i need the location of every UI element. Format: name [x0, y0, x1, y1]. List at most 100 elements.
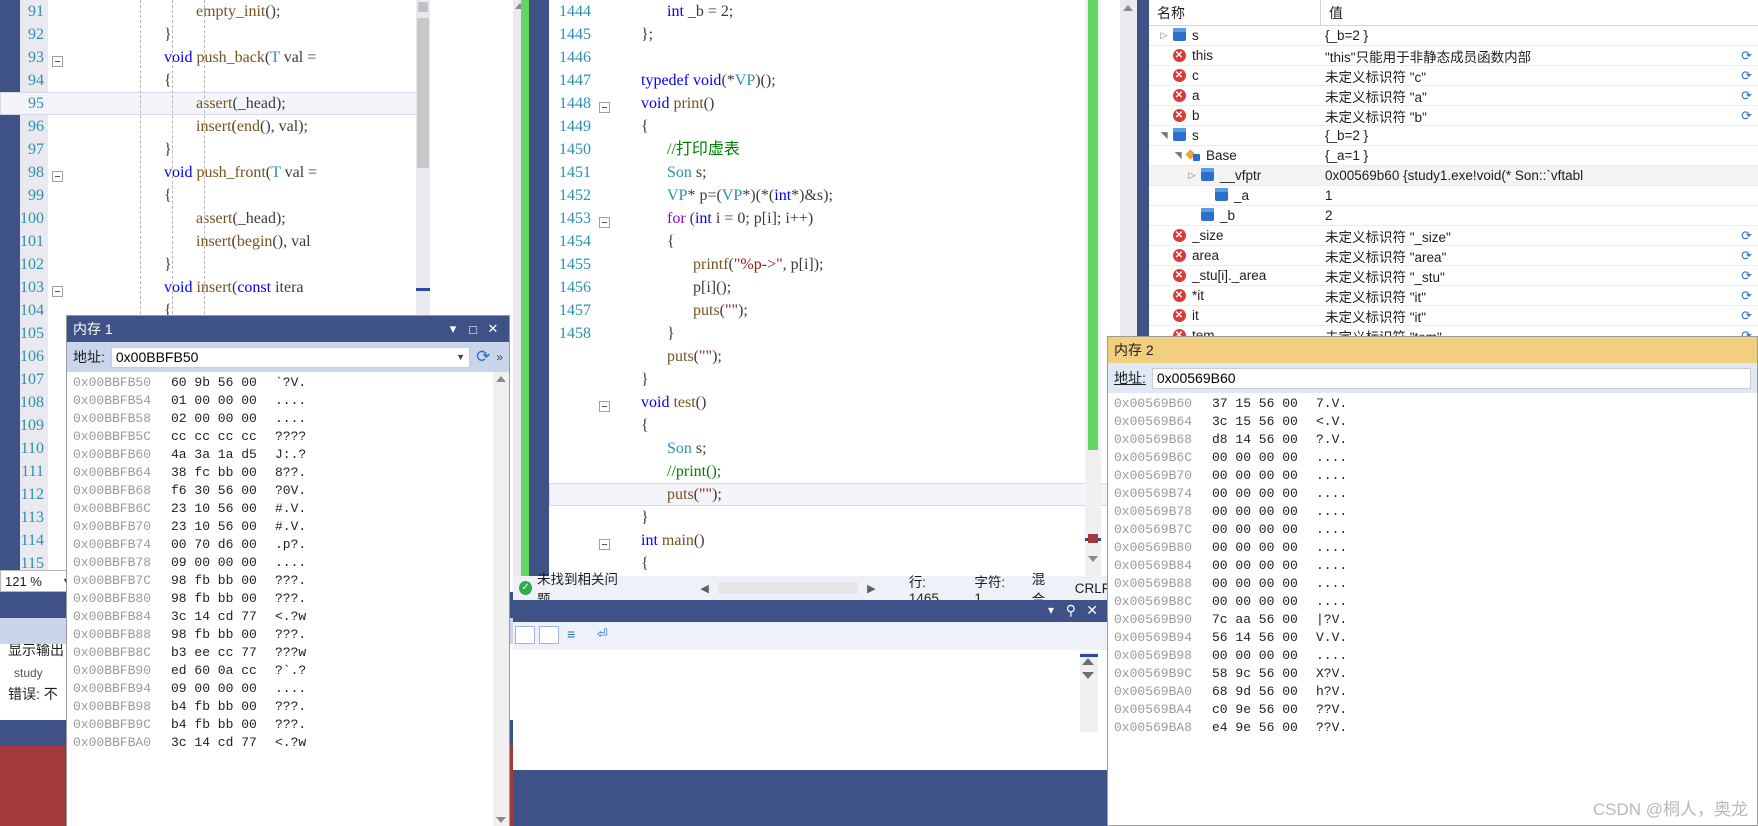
- code-line[interactable]: }: [549, 506, 1110, 529]
- memory-row[interactable]: 0x00BBFB74 00 70 d6 00 .p?.: [73, 536, 509, 554]
- code-line[interactable]: 1444 int _b = 2;: [549, 0, 1110, 23]
- watch-row[interactable]: ▷ s {_b=2 }: [1149, 26, 1758, 46]
- refresh-icon[interactable]: ⟳: [1741, 108, 1758, 124]
- fold-toggle-icon[interactable]: [599, 92, 615, 115]
- memory2-content[interactable]: 0x00569B60 37 15 56 00 7.V. 0x00569B64 3c 15…: [1108, 393, 1757, 823]
- memory-row-bytes[interactable]: 00 00 00 00: [1212, 485, 1316, 503]
- watch-row-name-cell[interactable]: ✕ _size: [1149, 228, 1321, 243]
- memory-row-bytes[interactable]: 37 15 56 00: [1212, 395, 1316, 413]
- code-line[interactable]: 1457 puts("");: [549, 299, 1110, 322]
- watch-row[interactable]: ✕ it 未定义标识符 "it" ⟳: [1149, 306, 1758, 326]
- memory-row[interactable]: 0x00BBFB84 3c 14 cd 77 <.?w: [73, 608, 509, 626]
- fold-toggle-icon[interactable]: [599, 207, 615, 230]
- chevron-down-icon[interactable]: ▾: [443, 321, 463, 337]
- watch-row-value[interactable]: 0x00569b60 {study1.exe!void(* Son::`vfta…: [1321, 168, 1758, 183]
- code-line[interactable]: //print();: [549, 460, 1110, 483]
- watch-row-name-cell[interactable]: ▷ s: [1149, 28, 1321, 43]
- memory-row-bytes[interactable]: 00 70 d6 00: [171, 536, 275, 554]
- zoom-level-combobox[interactable]: 121 % ▼: [0, 570, 75, 592]
- memory-row[interactable]: 0x00569B94 56 14 56 00 V.V.: [1114, 629, 1757, 647]
- refresh-icon[interactable]: ⟳: [1741, 68, 1758, 84]
- watch-row-value[interactable]: 未定义标识符 "it": [1321, 286, 1741, 306]
- refresh-icon[interactable]: ⟳: [1741, 248, 1758, 264]
- watch-row-value[interactable]: 2: [1321, 208, 1758, 223]
- code-line[interactable]: 1446: [549, 46, 1110, 69]
- watch-panel-outer-scroll[interactable]: [1120, 0, 1137, 340]
- watch-row-name-cell[interactable]: ✕ b: [1149, 108, 1321, 123]
- watch-row-value[interactable]: {_b=2 }: [1321, 128, 1758, 143]
- memory-row-bytes[interactable]: 68 9d 56 00: [1212, 683, 1316, 701]
- pin-icon[interactable]: ⚲: [1066, 602, 1076, 619]
- memory-row[interactable]: 0x00569B8C 00 00 00 00....: [1114, 593, 1757, 611]
- watch-row-value[interactable]: 未定义标识符 "_size": [1321, 226, 1741, 246]
- code-line[interactable]: 1453 for (int i = 0; p[i]; i++): [549, 207, 1110, 230]
- watch-row-name-cell[interactable]: ✕c: [1149, 68, 1321, 83]
- watch-row[interactable]: _b 2: [1149, 206, 1758, 226]
- code-line[interactable]: int main(): [549, 529, 1110, 552]
- code-line[interactable]: Son s;: [549, 437, 1110, 460]
- code-line[interactable]: puts("");: [549, 483, 1110, 506]
- watch-row-name-cell[interactable]: ✕ *it: [1149, 288, 1321, 303]
- refresh-icon[interactable]: ⟳: [1741, 288, 1758, 304]
- watch-row[interactable]: ✕ *it 未定义标识符 "it" ⟳: [1149, 286, 1758, 306]
- center-editor-vscrollbar[interactable]: [1085, 0, 1101, 576]
- memory-row[interactable]: 0x00569B80 00 00 00 00....: [1114, 539, 1757, 557]
- watch-row[interactable]: ▷ __vfptr 0x00569b60 {study1.exe!void(* So…: [1149, 166, 1758, 186]
- code-line[interactable]: 102}: [0, 253, 430, 276]
- memory-row-bytes[interactable]: 3c 15 56 00: [1212, 413, 1316, 431]
- scroll-right-arrow-icon[interactable]: ▶: [864, 582, 879, 595]
- memory2-address-input[interactable]: 0x00569B60: [1151, 367, 1751, 389]
- memory-row-bytes[interactable]: 01 00 00 00: [171, 392, 275, 410]
- memory-row[interactable]: 0x00BBFB58 02 00 00 00....: [73, 410, 509, 428]
- memory-row[interactable]: 0x00569B70 00 00 00 00....: [1114, 467, 1757, 485]
- memory-row[interactable]: 0x00569B88 00 00 00 00....: [1114, 575, 1757, 593]
- watch-row-name-cell[interactable]: ◢ s: [1149, 128, 1321, 143]
- fold-toggle-icon[interactable]: [52, 161, 68, 184]
- memory-row-bytes[interactable]: 60 9b 56 00: [171, 374, 275, 392]
- close-icon[interactable]: ✕: [1086, 602, 1098, 619]
- watch-row[interactable]: ◢ s {_b=2 }: [1149, 126, 1758, 146]
- chevron-down-icon[interactable]: ▾: [1048, 603, 1054, 617]
- scroll-up-arrow[interactable]: [418, 2, 428, 12]
- code-line[interactable]: 103 void insert(const itera: [0, 276, 430, 299]
- memory-row-bytes[interactable]: 23 10 56 00: [171, 500, 275, 518]
- editor-hscrollbar[interactable]: [718, 582, 858, 594]
- watch-row-value[interactable]: 未定义标识符 "b": [1321, 106, 1741, 126]
- column-header-value[interactable]: 值: [1321, 0, 1758, 25]
- memory-row[interactable]: 0x00569B90 7c aa 56 00 |?V.: [1114, 611, 1757, 629]
- memory-row[interactable]: 0x00569BA4 c0 9e 56 00 ??V.: [1114, 701, 1757, 719]
- code-line[interactable]: 99 {: [0, 184, 430, 207]
- memory1-address-input[interactable]: 0x00BBFB50 ▼: [110, 346, 471, 368]
- word-wrap-icon[interactable]: ⏎: [597, 626, 617, 644]
- memory-row[interactable]: 0x00BBFB90 ed 60 0a cc ?`.?: [73, 662, 509, 680]
- code-line[interactable]: void test(): [549, 391, 1110, 414]
- indent-increase-icon[interactable]: [539, 626, 559, 644]
- memory-row[interactable]: 0x00BBFB8C b3 ee cc 77 ???w: [73, 644, 509, 662]
- memory-row[interactable]: 0x00BBFB7C 98 fb bb 00???.: [73, 572, 509, 590]
- code-line[interactable]: {: [549, 414, 1110, 437]
- watch-row[interactable]: ✕ _stu[i]._area 未定义标识符 "_stu" ⟳: [1149, 266, 1758, 286]
- memory-row-bytes[interactable]: b3 ee cc 77: [171, 644, 275, 662]
- code-line[interactable]: 97}: [0, 138, 430, 161]
- refresh-icon[interactable]: ⟳: [1741, 308, 1758, 324]
- memory-row-bytes[interactable]: 98 fb bb 00: [171, 572, 275, 590]
- watch-row-value[interactable]: 1: [1321, 188, 1758, 203]
- watch-row-value[interactable]: 未定义标识符 "it": [1321, 306, 1741, 326]
- memory1-content[interactable]: 0x00BBFB50 60 9b 56 00 `?V. 0x00BBFB54 01 00…: [67, 372, 509, 826]
- chevron-down-icon[interactable]: ◢: [1173, 149, 1184, 163]
- memory-row-bytes[interactable]: 00 00 00 00: [1212, 557, 1316, 575]
- memory-row[interactable]: 0x00BBFB54 01 00 00 00....: [73, 392, 509, 410]
- watch-row-value[interactable]: 未定义标识符 "c": [1321, 66, 1741, 86]
- memory-row[interactable]: 0x00BBFB78 09 00 00 00....: [73, 554, 509, 572]
- code-line[interactable]: 1452 VP* p=(VP*)(*(int*)&s);: [549, 184, 1110, 207]
- refresh-icon[interactable]: ⟳: [1741, 268, 1758, 284]
- watch-row-name-cell[interactable]: ✕ area: [1149, 248, 1321, 263]
- memory-row[interactable]: 0x00BBFB60 4a 3a 1a d5 J:.?: [73, 446, 509, 464]
- fold-toggle-icon[interactable]: [599, 529, 615, 552]
- memory-row[interactable]: 0x00569B74 00 00 00 00....: [1114, 485, 1757, 503]
- memory-row-bytes[interactable]: 7c aa 56 00: [1212, 611, 1316, 629]
- memory-row-bytes[interactable]: 00 00 00 00: [1212, 503, 1316, 521]
- watch-row-value[interactable]: {_b=2 }: [1321, 28, 1758, 43]
- memory2-titlebar[interactable]: 内存 2: [1108, 337, 1757, 363]
- watch-row[interactable]: ✕ _size 未定义标识符 "_size" ⟳: [1149, 226, 1758, 246]
